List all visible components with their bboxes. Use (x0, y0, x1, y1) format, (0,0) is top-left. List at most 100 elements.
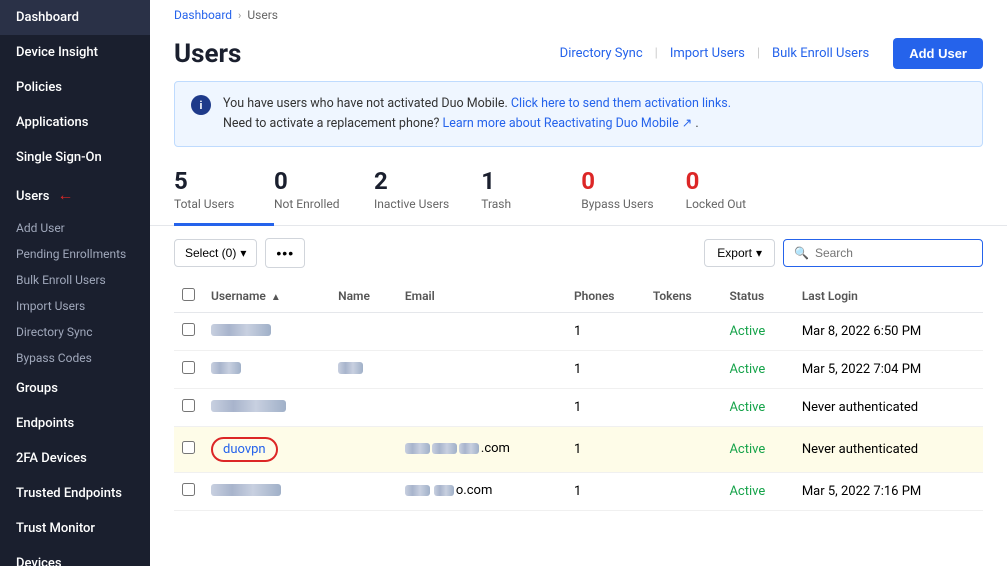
username-highlighted[interactable]: duovpn (211, 437, 278, 462)
stat-item-1[interactable]: 0Not Enrolled (274, 159, 374, 226)
col-email: Email (397, 280, 566, 313)
sidebar-item-pending-enrollments[interactable]: Pending Enrollments (0, 241, 150, 267)
stat-number-0: 5 (174, 167, 242, 195)
search-box: 🔍 (783, 239, 983, 267)
row-checkbox-4[interactable] (182, 483, 195, 496)
header-actions: Directory Sync | Import Users | Bulk Enr… (548, 38, 983, 69)
row-checkbox-1[interactable] (182, 361, 195, 374)
row-checkbox-0[interactable] (182, 323, 195, 336)
col-username: Username ▲ (203, 280, 330, 313)
stat-label-1: Not Enrolled (274, 197, 342, 211)
col-tokens: Tokens (645, 280, 722, 313)
last-login-cell: Mar 5, 2022 7:04 PM (794, 351, 983, 389)
table-row: 1ActiveMar 8, 2022 6:50 PM (174, 313, 983, 351)
stat-number-2: 2 (374, 167, 449, 195)
stat-item-3[interactable]: 1 Trash (481, 159, 581, 226)
stats-row: 5Total Users0Not Enrolled2Inactive Users… (150, 159, 1007, 226)
active-arrow-icon: ← (53, 185, 73, 204)
username-blurred (211, 400, 286, 412)
sidebar-item-trusted-endpoints[interactable]: Trusted Endpoints (0, 476, 150, 511)
bulk-enroll-link[interactable]: Bulk Enroll Users (760, 46, 881, 61)
more-actions-button[interactable]: ••• (265, 238, 305, 268)
col-status: Status (721, 280, 793, 313)
col-phones: Phones (566, 280, 645, 313)
breadcrumb-separator: › (238, 9, 241, 22)
page-header: Users Directory Sync | Import Users | Bu… (150, 30, 1007, 81)
status-cell: Active (721, 313, 793, 351)
email-blurred-composite: .com (405, 441, 510, 456)
banner-line2-suffix: . (695, 116, 698, 131)
row-checkbox-2[interactable] (182, 399, 195, 412)
tokens-cell (645, 473, 722, 511)
sidebar-item-import-users[interactable]: Import Users (0, 293, 150, 319)
row-checkbox-3[interactable] (182, 441, 195, 454)
sidebar-item-directory-sync[interactable]: Directory Sync (0, 319, 150, 345)
breadcrumb: Dashboard › Users (150, 0, 1007, 30)
status-cell: Active (721, 473, 793, 511)
sidebar-item-devices[interactable]: Devices (0, 546, 150, 566)
stat-item-5[interactable]: 0Locked Out (686, 159, 786, 226)
sidebar-item-endpoints[interactable]: Endpoints (0, 406, 150, 441)
table-row: 1ActiveMar 5, 2022 7:04 PM (174, 351, 983, 389)
username-blurred (211, 324, 271, 336)
sidebar-item-applications[interactable]: Applications (0, 105, 150, 140)
select-button[interactable]: Select (0) ▾ (174, 239, 257, 267)
add-user-button[interactable]: Add User (893, 38, 983, 69)
sidebar-item-bypass-codes[interactable]: Bypass Codes (0, 345, 150, 371)
import-users-link[interactable]: Import Users (658, 46, 757, 61)
sidebar-item-trust-monitor[interactable]: Trust Monitor (0, 511, 150, 546)
tokens-cell (645, 351, 722, 389)
sidebar-item-groups[interactable]: Groups (0, 371, 150, 406)
select-label: Select (0) (185, 246, 236, 260)
banner-line1-prefix: You have users who have not activated Du… (223, 96, 508, 111)
sidebar-item-device-insight[interactable]: Device Insight (0, 35, 150, 70)
tokens-cell (645, 313, 722, 351)
table-container: Username ▲ Name Email Phones Tokens Stat… (150, 280, 1007, 566)
info-text: You have users who have not activated Du… (223, 94, 731, 134)
username-blurred (211, 362, 241, 374)
last-login-cell: Mar 8, 2022 6:50 PM (794, 313, 983, 351)
tokens-cell (645, 389, 722, 427)
banner-reactivation-link[interactable]: Learn more about Reactivating Duo Mobile… (443, 116, 693, 131)
table-header-row: Username ▲ Name Email Phones Tokens Stat… (174, 280, 983, 313)
col-last-login: Last Login (794, 280, 983, 313)
sidebar-item-sso[interactable]: Single Sign-On (0, 140, 150, 175)
breadcrumb-parent[interactable]: Dashboard (174, 8, 232, 22)
stat-label-3: Trash (481, 197, 549, 211)
stat-label-4: Bypass Users (581, 197, 653, 211)
name-blurred (338, 362, 363, 374)
stat-item-2[interactable]: 2Inactive Users (374, 159, 481, 226)
export-label: Export (717, 246, 752, 260)
col-name: Name (330, 280, 397, 313)
directory-sync-link[interactable]: Directory Sync (548, 46, 655, 61)
sidebar-item-add-user[interactable]: Add User (0, 215, 150, 241)
stat-item-4[interactable]: 0 Bypass Users (581, 159, 685, 226)
banner-activation-link[interactable]: Click here to send them activation links… (511, 96, 731, 111)
phones-cell: 1 (566, 427, 645, 473)
sidebar-item-2fa-devices[interactable]: 2FA Devices (0, 441, 150, 476)
table-row: duovpn.com1ActiveNever authenticated (174, 427, 983, 473)
breadcrumb-current: Users (247, 8, 278, 22)
phones-cell: 1 (566, 473, 645, 511)
export-button[interactable]: Export ▾ (704, 239, 775, 267)
sidebar-item-bulk-enroll[interactable]: Bulk Enroll Users (0, 267, 150, 293)
sidebar-item-policies[interactable]: Policies (0, 70, 150, 105)
chevron-down-icon: ▾ (756, 246, 762, 260)
stat-item-0[interactable]: 5 Total Users (174, 159, 274, 226)
sidebar-item-users[interactable]: Users ← (0, 175, 150, 215)
last-login-cell: Never authenticated (794, 389, 983, 427)
stat-number-4: 0 (581, 167, 653, 195)
phones-cell: 1 (566, 389, 645, 427)
search-icon: 🔍 (794, 246, 809, 260)
search-input[interactable] (815, 246, 972, 260)
stat-label-0: Total Users (174, 197, 242, 211)
tokens-cell (645, 427, 722, 473)
sidebar-item-dashboard[interactable]: Dashboard (0, 0, 150, 35)
table-row: o.com1ActiveMar 5, 2022 7:16 PM (174, 473, 983, 511)
select-all-checkbox[interactable] (182, 288, 195, 301)
main-content: Dashboard › Users Users Directory Sync |… (150, 0, 1007, 566)
last-login-cell: Mar 5, 2022 7:16 PM (794, 473, 983, 511)
stat-number-3: 1 (481, 167, 549, 195)
status-cell: Active (721, 389, 793, 427)
table-row: 1 ActiveNever authenticated (174, 389, 983, 427)
